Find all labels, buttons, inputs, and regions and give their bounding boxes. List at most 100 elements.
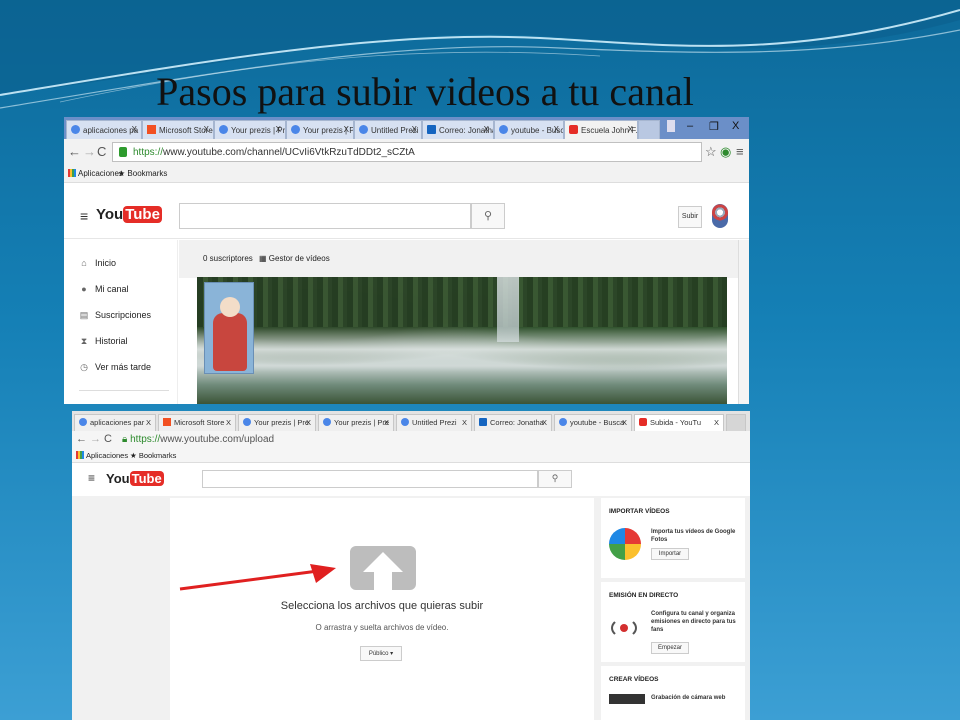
reload-icon[interactable]: C: [104, 433, 112, 445]
close-icon[interactable]: X: [276, 125, 281, 134]
bookmarks-folder[interactable]: ★ Bookmarks: [118, 169, 167, 178]
sidebar-item-label: Inicio: [95, 258, 117, 268]
scrollbar[interactable]: [738, 240, 749, 404]
sidebar-item-historial[interactable]: ⧗ Historial: [79, 336, 128, 347]
logo-you: You: [96, 206, 124, 223]
browser-tab-active[interactable]: Subida - YouTu X: [634, 414, 724, 431]
browser-tab[interactable]: youtube - Busca X: [494, 120, 564, 139]
browser-tab[interactable]: Correo: Jonatha X: [474, 414, 552, 431]
address-bar[interactable]: 🔒︎ https://www.youtube.com/upload: [122, 434, 274, 445]
browser-tab[interactable]: Microsoft Store X: [158, 414, 236, 431]
menu-icon[interactable]: ≡: [736, 144, 744, 159]
prezi-icon: [323, 418, 331, 426]
close-icon[interactable]: X: [204, 125, 209, 134]
close-icon[interactable]: X: [462, 418, 467, 427]
arrow-head: [363, 552, 403, 572]
upload-title[interactable]: Selecciona los archivos que quieras subi…: [170, 600, 594, 612]
browser-tab[interactable]: Untitled Prezi X: [354, 120, 422, 139]
browser-tab[interactable]: Correo: Jonatha X: [422, 120, 494, 139]
bookmarks-bar: Aplicaciones ★ Bookmarks: [64, 165, 749, 183]
close-icon[interactable]: X: [146, 418, 151, 427]
channel-bar: 0 suscriptores ▦ Gestor de vídeos: [179, 240, 749, 278]
browser-tab[interactable]: Untitled Prezi X: [396, 414, 472, 431]
close-icon[interactable]: X: [226, 418, 231, 427]
close-icon[interactable]: X: [554, 125, 559, 134]
new-tab-button[interactable]: [638, 120, 660, 139]
apps-bookmark[interactable]: Aplicaciones: [68, 169, 123, 178]
search-input[interactable]: [179, 203, 471, 229]
user-profile-icon[interactable]: [667, 120, 675, 132]
youtube-logo[interactable]: You Tube: [106, 471, 164, 486]
sidebar-item-ver-mas-tarde[interactable]: ◷ Ver más tarde: [79, 362, 151, 373]
avatar[interactable]: [712, 204, 728, 228]
close-icon[interactable]: X: [132, 125, 137, 134]
browser-tab[interactable]: Your prezis | PreX: [214, 120, 286, 139]
user-icon: ●: [81, 284, 87, 294]
create-videos-card: CREAR VÍDEOS Grabación de cámara web: [601, 666, 745, 720]
apps-bookmark[interactable]: Aplicaciones: [76, 451, 128, 460]
close-window-button[interactable]: X: [732, 120, 739, 132]
extension-icon[interactable]: ◉: [720, 144, 731, 160]
search-button[interactable]: ⚲: [471, 203, 505, 229]
sidebar-item-inicio[interactable]: ⌂ Inicio: [79, 258, 116, 268]
browser-tab[interactable]: Your prezis | PreX: [318, 414, 394, 431]
browser-tab[interactable]: Your prezis | PreX: [286, 120, 354, 139]
browser-tab[interactable]: aplicaciones pa X: [66, 120, 142, 139]
close-icon[interactable]: X: [484, 125, 489, 134]
browser-tab[interactable]: aplicaciones par X: [74, 414, 156, 431]
upload-button[interactable]: Subir: [678, 206, 702, 228]
back-icon[interactable]: ←: [76, 433, 87, 445]
address-bar[interactable]: https://www.youtube.com/channel/UCvIi6Vt…: [112, 142, 702, 162]
close-icon[interactable]: X: [384, 418, 389, 427]
close-icon[interactable]: X: [714, 418, 719, 427]
video-manager-link[interactable]: ▦ Gestor de vídeos: [259, 254, 330, 263]
avatar-figure: [213, 313, 247, 371]
close-icon[interactable]: X: [542, 418, 547, 427]
prezi-icon: [401, 418, 409, 426]
close-icon[interactable]: X: [628, 125, 633, 134]
back-icon[interactable]: ←: [68, 144, 81, 159]
close-icon[interactable]: X: [622, 418, 627, 427]
channel-screenshot: aplicaciones pa X Microsoft Store X Your p…: [64, 117, 749, 404]
privacy-dropdown[interactable]: Público ▾: [360, 646, 402, 661]
bookmarks-bar: Aplicaciones ★ Bookmarks: [72, 449, 750, 463]
card-heading: IMPORTAR VÍDEOS: [609, 508, 670, 515]
upload-panel[interactable]: Selecciona los archivos que quieras subi…: [170, 498, 594, 720]
import-button[interactable]: Importar: [651, 548, 689, 560]
bookmarks-folder[interactable]: ★ Bookmarks: [130, 451, 176, 460]
sidebar-item-mi-canal[interactable]: ● Mi canal: [79, 284, 128, 294]
restore-button[interactable]: ❐: [709, 120, 719, 133]
sidebar-item-label: Suscripciones: [95, 310, 152, 320]
upload-page-body: Selecciona los archivos que quieras subi…: [72, 496, 750, 720]
start-button[interactable]: Empezar: [651, 642, 689, 654]
browser-tab[interactable]: Your prezis | PreX: [238, 414, 316, 431]
hamburger-icon[interactable]: ≡: [88, 471, 95, 485]
star-icon[interactable]: ☆: [705, 144, 717, 160]
forward-icon[interactable]: →: [90, 433, 101, 445]
tab-label: Your prezis | Pre: [254, 418, 310, 427]
sidebar-item-suscripciones[interactable]: ▤ Suscripciones: [79, 310, 151, 321]
annotation-red-arrow: [179, 564, 336, 591]
new-tab-button[interactable]: [726, 414, 746, 431]
search-button[interactable]: ⚲: [538, 470, 572, 488]
browser-tab-active[interactable]: Escuela John F. KX: [564, 120, 638, 139]
close-icon[interactable]: X: [412, 125, 417, 134]
youtube-logo[interactable]: You Tube: [96, 206, 162, 223]
upload-arrow-icon[interactable]: [350, 546, 416, 590]
search-input[interactable]: [202, 470, 538, 488]
browser-tab[interactable]: Microsoft Store X: [142, 120, 214, 139]
card-heading: CREAR VÍDEOS: [609, 676, 659, 683]
sidebar: ⌂ Inicio ● Mi canal ▤ Suscripciones ⧗ Histor…: [64, 240, 178, 404]
browser-tab[interactable]: youtube - Busca X: [554, 414, 632, 431]
close-icon[interactable]: X: [306, 418, 311, 427]
hamburger-icon[interactable]: ≡: [80, 208, 88, 224]
forward-icon[interactable]: →: [83, 144, 96, 159]
minimize-button[interactable]: –: [687, 120, 693, 132]
bookmark-label: Aplicaciones: [78, 169, 123, 178]
reload-icon[interactable]: C: [97, 144, 106, 159]
tab-label: Untitled Prezi: [412, 418, 457, 427]
close-icon[interactable]: X: [344, 125, 349, 134]
webcam-recording-link[interactable]: Grabación de cámara web: [651, 694, 741, 702]
channel-avatar[interactable]: [204, 282, 254, 374]
live-broadcast-icon: [609, 618, 639, 638]
